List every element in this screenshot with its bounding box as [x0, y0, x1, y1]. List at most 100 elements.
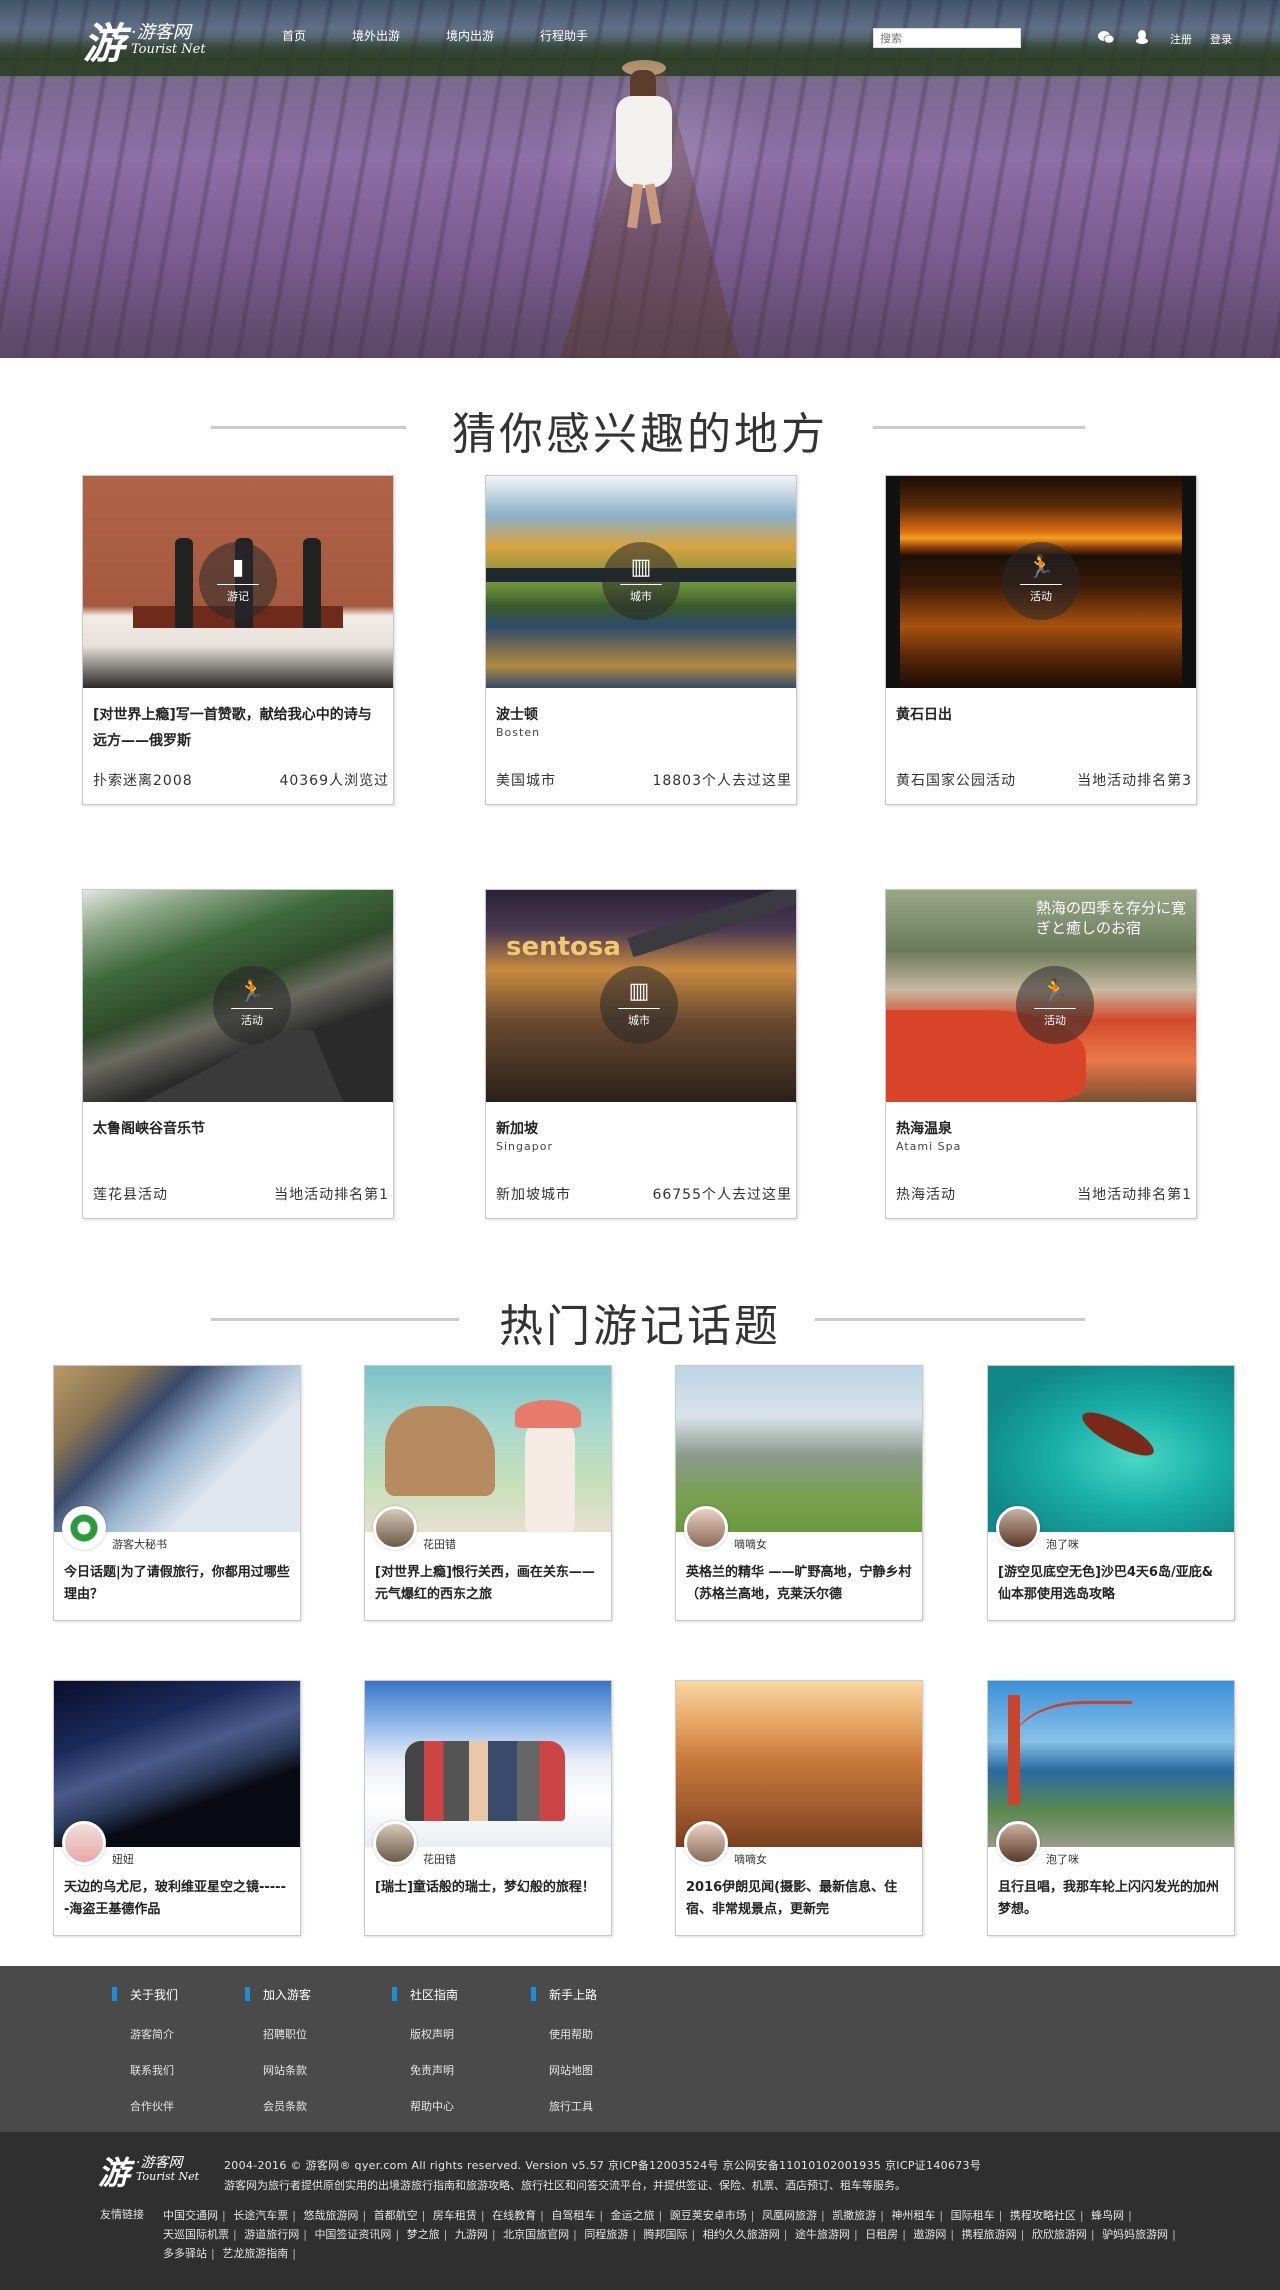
avatar[interactable] — [996, 1821, 1040, 1865]
friend-link[interactable]: 中国交通网 — [163, 2209, 218, 2222]
topic-card[interactable]: 嘀嘀女 英格兰的精华 ——旷野高地，宁静乡村（苏格兰高地，克莱沃尔德 — [675, 1365, 923, 1621]
login-link[interactable]: 登录 — [1210, 31, 1232, 47]
friend-link[interactable]: 艺龙旅游指南 — [222, 2247, 288, 2260]
friend-link[interactable]: 自驾租车 — [551, 2209, 595, 2222]
place-card[interactable]: 🏃 活动 黄石日出 黄石国家公园活动 当地活动排名第3 — [885, 475, 1197, 805]
avatar[interactable] — [684, 1821, 728, 1865]
place-card[interactable]: sentosa ▥ 城市 新加坡 Singapor 新加坡城市 66755个人去… — [485, 889, 797, 1219]
footer-link[interactable]: 旅行工具 — [531, 2098, 597, 2114]
friend-link[interactable]: 携程旅游网 — [962, 2228, 1017, 2241]
topic-title[interactable]: 天边的乌尤尼，玻利维亚星空之镜------海盗王基德作品 — [64, 1877, 290, 1921]
footer-link[interactable]: 网站条款 — [245, 2062, 311, 2078]
footer-logo[interactable]: 游 ·游客网 Tourist Net — [98, 2152, 208, 2196]
friend-link[interactable]: 凤凰网旅游 — [762, 2209, 817, 2222]
topic-author[interactable]: 嘀嘀女 — [734, 1536, 767, 1552]
friend-link[interactable]: 游道旅行网 — [244, 2228, 299, 2241]
friend-link[interactable]: 北京国旅官网 — [503, 2228, 569, 2241]
topic-title[interactable]: [瑞士]童话般的瑞士，梦幻般的旅程！ — [375, 1877, 601, 1921]
friend-link[interactable]: 凯撒旅游 — [832, 2209, 876, 2222]
friend-link[interactable]: 携程攻略社区 — [1010, 2209, 1076, 2222]
topic-title[interactable]: [游空见底空无色]沙巴4天6岛/亚庇&仙本那使用选岛攻略 — [998, 1562, 1224, 1606]
footer-link[interactable]: 帮助中心 — [392, 2098, 458, 2114]
friend-link[interactable]: 中国签证资讯网 — [314, 2228, 391, 2241]
topic-author[interactable]: 泡了咪 — [1046, 1851, 1079, 1867]
link-separator: | — [658, 2209, 663, 2222]
friend-link[interactable]: 首都航空 — [374, 2209, 418, 2222]
topic-title[interactable]: 且行且唱，我那车轮上闪闪发光的加州梦想。 — [998, 1877, 1224, 1921]
topic-author[interactable]: 花田错 — [423, 1536, 456, 1552]
topic-card[interactable]: 游客大秘书 今日话题|为了请假旅行，你都用过哪些理由？ — [53, 1365, 301, 1621]
topic-card[interactable]: 嘀嘀女 2016伊朗见闻(摄影、最新信息、住宿、非常规景点，更新完 — [675, 1680, 923, 1936]
topic-title[interactable]: 2016伊朗见闻(摄影、最新信息、住宿、非常规景点，更新完 — [686, 1877, 912, 1921]
link-separator: | — [292, 2247, 296, 2260]
avatar[interactable] — [684, 1506, 728, 1550]
footer-link[interactable]: 免责声明 — [392, 2062, 458, 2078]
friend-link[interactable]: 九游网 — [455, 2228, 488, 2241]
friend-link[interactable]: 豌豆荚安卓市场 — [670, 2209, 747, 2222]
nav-outbound[interactable]: 境外出游 — [352, 27, 400, 44]
topic-author[interactable]: 泡了咪 — [1046, 1536, 1079, 1552]
topic-card[interactable]: 泡了咪 [游空见底空无色]沙巴4天6岛/亚庇&仙本那使用选岛攻略 — [987, 1365, 1235, 1621]
search-input[interactable] — [873, 28, 1021, 48]
logo-mark: 游 — [83, 19, 126, 68]
place-card[interactable]: 🏃 活动 太鲁阁峡谷音乐节 莲花县活动 当地活动排名第1 — [82, 889, 394, 1219]
place-card[interactable]: ▮ 游记 [对世界上瘾]写一首赞歌，献给我心中的诗与远方——俄罗斯 扑索迷离20… — [82, 475, 394, 805]
friend-link[interactable]: 悠哉旅游网 — [303, 2209, 358, 2222]
nav-trip-assistant[interactable]: 行程助手 — [540, 27, 588, 44]
friend-link[interactable]: 多多驿站 — [163, 2247, 207, 2260]
place-card[interactable]: ▥ 城市 波士顿 Bosten 美国城市 18803个人去过这里 — [485, 475, 797, 805]
link-separator: | — [573, 2228, 577, 2241]
topic-author[interactable]: 妞妞 — [112, 1851, 134, 1867]
topic-author[interactable]: 花田错 — [423, 1851, 456, 1867]
topic-author[interactable]: 嘀嘀女 — [734, 1851, 767, 1867]
friend-link[interactable]: 驴妈妈旅游网 — [1102, 2228, 1168, 2241]
topic-card[interactable]: 花田错 [瑞士]童话般的瑞士，梦幻般的旅程！ — [364, 1680, 612, 1936]
footer-link[interactable]: 游客简介 — [112, 2026, 178, 2042]
site-logo[interactable]: 游 ·游客网 Tourist Net — [83, 12, 243, 68]
friend-link[interactable]: 途牛旅游网 — [795, 2228, 850, 2241]
friend-link[interactable]: 房车租赁 — [433, 2209, 477, 2222]
place-author[interactable]: 扑索迷离2008 — [93, 770, 193, 790]
topic-card[interactable]: 泡了咪 且行且唱，我那车轮上闪闪发光的加州梦想。 — [987, 1680, 1235, 1936]
footer-link[interactable]: 联系我们 — [112, 2062, 178, 2078]
friend-link[interactable]: 梦之旅 — [407, 2228, 440, 2241]
avatar[interactable] — [373, 1821, 417, 1865]
friend-link[interactable]: 天巡国际机票 — [163, 2228, 229, 2241]
register-link[interactable]: 注册 — [1170, 31, 1192, 47]
footer-link[interactable]: 会员条款 — [245, 2098, 311, 2114]
friend-link[interactable]: 神州租车 — [891, 2209, 935, 2222]
avatar[interactable] — [996, 1506, 1040, 1550]
friend-link[interactable]: 蜂鸟网 — [1091, 2209, 1124, 2222]
nav-home[interactable]: 首页 — [282, 27, 306, 44]
friend-link[interactable]: 欣欣旅游网 — [1032, 2228, 1087, 2241]
avatar[interactable] — [373, 1506, 417, 1550]
topic-author[interactable]: 游客大秘书 — [112, 1536, 167, 1552]
friend-link[interactable]: 同程旅游 — [584, 2228, 628, 2241]
friend-link[interactable]: 在线教育 — [492, 2209, 536, 2222]
friend-link[interactable]: 遨游网 — [913, 2228, 946, 2241]
footer-link[interactable]: 合作伙伴 — [112, 2098, 178, 2114]
footer-link[interactable]: 版权声明 — [392, 2026, 458, 2042]
avatar[interactable] — [62, 1506, 106, 1550]
topic-title[interactable]: 英格兰的精华 ——旷野高地，宁静乡村（苏格兰高地，克莱沃尔德 — [686, 1562, 912, 1606]
qq-icon[interactable] — [1136, 30, 1148, 48]
nav-domestic[interactable]: 境内出游 — [446, 27, 494, 44]
friend-link[interactable]: 金运之旅 — [611, 2209, 655, 2222]
place-card[interactable]: 熱海の四季を存分に寛ぎと癒しのお宿 🏃 活动 热海温泉 Atami Spa 热海… — [885, 889, 1197, 1219]
footer-column-join: 加入游客 招聘职位 网站条款 会员条款 — [245, 1986, 311, 2114]
footer-link[interactable]: 招聘职位 — [245, 2026, 311, 2042]
friend-link[interactable]: 相约久久旅游网 — [703, 2228, 780, 2241]
footer-link[interactable]: 网站地图 — [531, 2062, 597, 2078]
friend-link[interactable]: 国际租车 — [951, 2209, 995, 2222]
footer-link[interactable]: 使用帮助 — [531, 2026, 597, 2042]
friend-link[interactable]: 长途汽车票 — [233, 2209, 288, 2222]
topic-title[interactable]: [对世界上瘾]恨行关西，画在关东—— 元气爆红的西东之旅 — [375, 1562, 601, 1606]
avatar[interactable] — [62, 1821, 106, 1865]
topic-title[interactable]: 今日话题|为了请假旅行，你都用过哪些理由？ — [64, 1562, 290, 1606]
wechat-icon[interactable] — [1098, 30, 1115, 48]
link-separator: | — [292, 2209, 296, 2222]
friend-link[interactable]: 腾邦国际 — [644, 2228, 688, 2241]
friend-link[interactable]: 日租房 — [865, 2228, 898, 2241]
topic-card[interactable]: 妞妞 天边的乌尤尼，玻利维亚星空之镜------海盗王基德作品 — [53, 1680, 301, 1936]
topic-card[interactable]: 花田错 [对世界上瘾]恨行关西，画在关东—— 元气爆红的西东之旅 — [364, 1365, 612, 1621]
